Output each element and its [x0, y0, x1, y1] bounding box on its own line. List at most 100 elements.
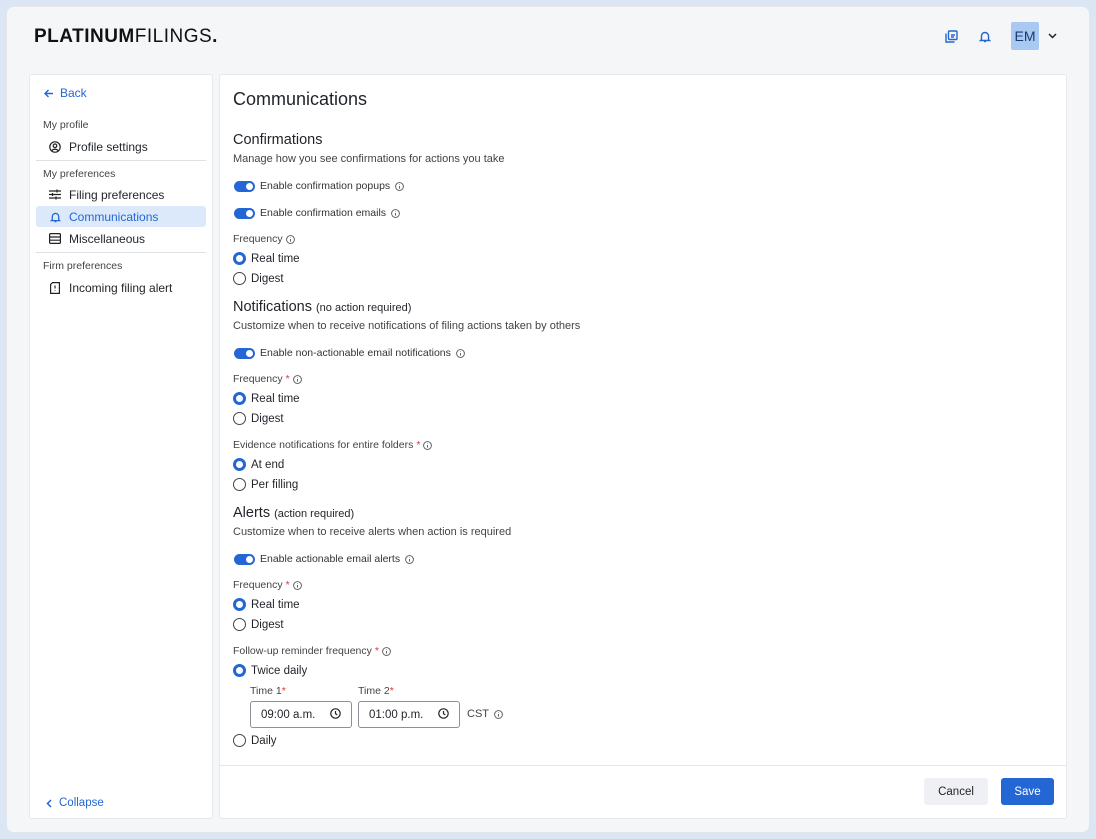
info-icon[interactable]: [292, 374, 302, 384]
actionable-alerts-toggle[interactable]: [234, 553, 255, 565]
field-label: Frequency: [233, 579, 283, 591]
info-icon[interactable]: [292, 580, 302, 590]
radio-label: Digest: [251, 412, 284, 425]
bell-icon[interactable]: [977, 28, 993, 44]
followup-daily[interactable]: Daily: [233, 734, 277, 747]
confirmation-emails-toggle[interactable]: [234, 207, 255, 219]
brand-part2: FILINGS: [134, 26, 213, 47]
sidebar-item-profile-settings[interactable]: Profile settings: [36, 136, 206, 157]
info-icon[interactable]: [456, 348, 465, 358]
radio-unselected[interactable]: [233, 412, 246, 425]
radio-label: Daily: [251, 734, 277, 747]
copy-icon[interactable]: [943, 28, 959, 44]
sidebar-divider: [36, 252, 206, 253]
save-button[interactable]: Save: [1001, 778, 1054, 805]
time2-input[interactable]: 01:00 p.m.: [358, 701, 460, 728]
radio-label: Real time: [251, 598, 300, 611]
toggle-row-confirmation-popups: Enable confirmation popups: [234, 180, 405, 192]
confirmations-frequency-digest[interactable]: Digest: [233, 272, 284, 285]
confirmations-heading: Confirmations: [233, 132, 323, 148]
field-label: Time 2: [358, 685, 390, 697]
notifications-frequency-digest[interactable]: Digest: [233, 412, 284, 425]
evidence-per-filling[interactable]: Per filling: [233, 478, 298, 491]
notifications-description: Customize when to receive notifications …: [233, 320, 581, 332]
sidebar-item-label: Incoming filing alert: [69, 280, 173, 295]
radio-selected[interactable]: [233, 252, 246, 265]
heading-note: (no action required): [316, 302, 412, 314]
field-label: Time 1: [250, 685, 282, 697]
radio-label: Per filling: [251, 478, 299, 491]
header-actions: EM: [943, 22, 1059, 50]
heading-note: (action required): [274, 508, 355, 520]
brand-dot: .: [212, 26, 218, 47]
back-link[interactable]: Back: [44, 86, 87, 100]
evidence-at-end[interactable]: At end: [233, 458, 284, 471]
bell-icon: [49, 211, 61, 223]
cancel-button[interactable]: Cancel: [924, 778, 988, 805]
alerts-heading: Alerts (action required): [233, 505, 354, 521]
timezone-text: CST: [467, 708, 489, 720]
collapse-button[interactable]: Collapse: [46, 797, 104, 809]
info-icon[interactable]: [494, 709, 503, 719]
avatar[interactable]: EM: [1011, 22, 1039, 50]
info-icon[interactable]: [285, 234, 295, 244]
info-icon[interactable]: [382, 646, 391, 656]
evidence-notifications-label: Evidence notifications for entire folder…: [233, 439, 433, 451]
field-label: Evidence notifications for entire folder…: [233, 439, 414, 451]
radio-label: Real time: [251, 392, 300, 405]
sidebar-item-miscellaneous[interactable]: Miscellaneous: [36, 228, 206, 249]
followup-frequency-label: Follow-up reminder frequency *: [233, 645, 391, 657]
sidebar-item-label: Communications: [69, 209, 159, 224]
clock-icon[interactable]: [438, 707, 449, 722]
sliders-icon: [49, 189, 61, 201]
user-circle-icon: [49, 140, 61, 153]
alerts-frequency-realtime[interactable]: Real time: [233, 598, 300, 611]
section-label-my-preferences: My preferences: [43, 168, 116, 180]
sidebar-item-filing-preferences[interactable]: Filing preferences: [36, 184, 206, 205]
list-icon: [49, 233, 61, 245]
info-icon[interactable]: [395, 181, 405, 191]
toggle-row-nonactionable-notifications: Enable non-actionable email notification…: [234, 347, 465, 359]
info-icon[interactable]: [391, 208, 400, 218]
page-title: Communications: [233, 89, 368, 109]
followup-twice-daily[interactable]: Twice daily: [233, 664, 307, 677]
toggle-label: Enable confirmation emails: [260, 207, 387, 219]
radio-selected[interactable]: [233, 664, 246, 677]
required-marker: *: [281, 685, 286, 697]
sidebar-item-incoming-filing-alert[interactable]: Incoming filing alert: [36, 277, 206, 298]
nonactionable-notifications-toggle[interactable]: [234, 347, 255, 359]
field-label: Frequency: [233, 373, 283, 385]
clock-icon[interactable]: [330, 707, 341, 722]
required-marker: *: [285, 373, 290, 385]
chevron-down-icon[interactable]: [1045, 33, 1059, 39]
confirmations-frequency-realtime[interactable]: Real time: [233, 252, 300, 265]
alerts-frequency-digest[interactable]: Digest: [233, 618, 284, 631]
radio-unselected[interactable]: [233, 734, 246, 747]
brand-logo[interactable]: PLATINUMFILINGS.: [34, 26, 218, 48]
confirmation-popups-toggle[interactable]: [234, 180, 255, 192]
required-marker: *: [285, 579, 290, 591]
time1-input[interactable]: 09:00 a.m.: [250, 701, 352, 728]
time2-value: 01:00 p.m.: [369, 708, 424, 721]
info-icon[interactable]: [405, 554, 414, 564]
chevron-left-icon: [46, 798, 52, 808]
time2-label: Time 2*: [358, 685, 394, 697]
radio-unselected[interactable]: [233, 618, 246, 631]
radio-selected[interactable]: [233, 458, 246, 471]
collapse-label: Collapse: [59, 797, 104, 809]
required-marker: *: [374, 645, 379, 657]
sidebar-item-communications[interactable]: Communications: [36, 206, 206, 227]
radio-selected[interactable]: [233, 392, 246, 405]
radio-unselected[interactable]: [233, 478, 246, 491]
radio-unselected[interactable]: [233, 272, 246, 285]
notifications-frequency-realtime[interactable]: Real time: [233, 392, 300, 405]
time1-label: Time 1*: [250, 685, 286, 697]
toggle-row-actionable-alerts: Enable actionable email alerts: [234, 553, 414, 565]
radio-selected[interactable]: [233, 598, 246, 611]
section-label-my-profile: My profile: [43, 119, 89, 131]
info-icon[interactable]: [423, 440, 433, 450]
sidebar-item-label: Filing preferences: [69, 187, 165, 202]
time1-value: 09:00 a.m.: [261, 708, 316, 721]
toggle-label: Enable actionable email alerts: [260, 553, 401, 565]
heading-text: Alerts: [233, 505, 271, 521]
